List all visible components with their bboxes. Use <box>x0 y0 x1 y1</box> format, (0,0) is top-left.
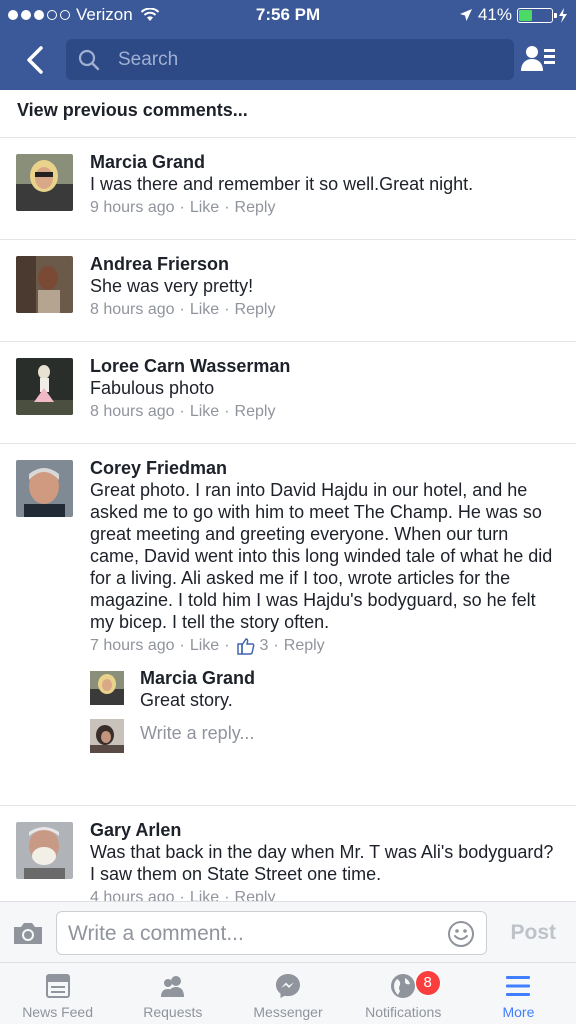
search-icon <box>78 49 100 71</box>
comment-time: 8 hours ago <box>90 403 175 420</box>
like-link[interactable]: Like <box>190 887 219 901</box>
like-link[interactable]: Like <box>190 635 219 657</box>
comment-item: Gary Arlen Was that back in the day when… <box>0 806 576 901</box>
like-count[interactable]: 3 <box>260 635 269 657</box>
reply-link[interactable]: Reply <box>235 197 276 219</box>
friends-list-icon[interactable] <box>520 43 556 75</box>
battery-percent: 41% <box>477 5 512 24</box>
status-bar: Verizon 7:56 PM 41% <box>0 0 576 30</box>
reply-item: Marcia Grand Great story. <box>90 667 562 717</box>
tab-label: More <box>502 1004 535 1020</box>
search-bar[interactable] <box>66 39 514 80</box>
like-link[interactable]: Like <box>190 401 219 423</box>
comment-item: Corey Friedman Great photo. I ran into D… <box>0 444 576 806</box>
avatar[interactable] <box>16 256 73 313</box>
comment-text: I was there and remember it so well.Grea… <box>90 174 474 194</box>
tab-label: Requests <box>143 1004 203 1020</box>
nav-bar <box>0 30 576 90</box>
commenter-name[interactable]: Loree Carn Wasserman <box>90 355 562 377</box>
tab-requests[interactable]: Requests <box>115 963 230 1024</box>
location-arrow-icon <box>459 9 472 21</box>
tab-messenger[interactable]: Messenger <box>230 963 345 1024</box>
avatar[interactable] <box>16 822 73 879</box>
news-feed-icon <box>45 974 70 998</box>
globe-icon <box>391 974 416 998</box>
write-reply-field[interactable]: Write a reply... <box>90 717 562 767</box>
avatar[interactable] <box>90 671 124 705</box>
charging-bolt-icon <box>559 7 567 23</box>
comment-text: Fabulous photo <box>90 378 215 398</box>
notification-badge: 8 <box>414 970 441 996</box>
tab-notifications[interactable]: 8 Notifications <box>346 963 461 1024</box>
status-right: 41% <box>459 5 568 25</box>
comment-meta: 9 hours ago · Like · Reply <box>90 197 562 219</box>
reply-author-name[interactable]: Marcia Grand <box>140 667 255 689</box>
messenger-icon <box>276 974 300 998</box>
back-arrow-icon[interactable] <box>20 43 52 77</box>
search-input[interactable] <box>118 39 498 80</box>
comment-input[interactable]: Write a comment... <box>56 911 487 955</box>
comment-item: Loree Carn Wasserman Fabulous photo 8 ho… <box>0 342 576 444</box>
comment-text: Great photo. I ran into David Hajdu in o… <box>90 480 553 632</box>
post-button[interactable]: Post <box>510 921 556 945</box>
comment-time: 8 hours ago <box>90 301 175 318</box>
friend-requests-icon <box>160 976 184 997</box>
comment-item: Andrea Frierson She was very pretty! 8 h… <box>0 240 576 342</box>
tab-label: News Feed <box>22 1004 93 1020</box>
sticker-smiley-icon[interactable] <box>447 920 475 948</box>
avatar[interactable] <box>16 358 73 415</box>
menu-icon <box>506 976 531 996</box>
avatar[interactable] <box>16 154 73 211</box>
reply-link[interactable]: Reply <box>284 635 325 657</box>
camera-icon[interactable] <box>12 920 44 946</box>
comment-item: Marcia Grand I was there and remember it… <box>0 138 576 240</box>
comment-meta: 4 hours ago · Like · Reply <box>90 887 562 901</box>
tab-news-feed[interactable]: News Feed <box>0 963 115 1024</box>
tab-label: Messenger <box>253 1004 323 1020</box>
commenter-name[interactable]: Corey Friedman <box>90 457 562 479</box>
avatar[interactable] <box>16 460 73 517</box>
comment-time: 4 hours ago <box>90 889 175 901</box>
comment-text: Was that back in the day when Mr. T was … <box>90 842 554 884</box>
like-link[interactable]: Like <box>190 299 219 321</box>
commenter-name[interactable]: Marcia Grand <box>90 151 562 173</box>
comment-input-placeholder: Write a comment... <box>68 922 244 945</box>
comments-list: View previous comments... Marcia Grand I… <box>0 90 576 901</box>
reply-text: Great story. <box>140 690 233 710</box>
thumbs-up-icon <box>236 638 254 655</box>
reply-link[interactable]: Reply <box>235 299 276 321</box>
like-link[interactable]: Like <box>190 197 219 219</box>
battery-icon <box>517 7 557 23</box>
comment-meta: 8 hours ago · Like · Reply <box>90 401 562 423</box>
view-previous-comments-link[interactable]: View previous comments... <box>0 90 576 138</box>
tab-more[interactable]: More <box>461 963 576 1024</box>
battery-level <box>519 9 532 21</box>
commenter-name[interactable]: Gary Arlen <box>90 819 562 841</box>
write-reply-placeholder: Write a reply... <box>140 723 255 743</box>
comment-text: She was very pretty! <box>90 276 254 296</box>
commenter-name[interactable]: Andrea Frierson <box>90 253 562 275</box>
tab-bar: News Feed Requests Messenger 8 Notificat… <box>0 963 576 1024</box>
comment-meta: 8 hours ago · Like · Reply <box>90 299 562 321</box>
avatar <box>90 719 124 753</box>
reply-link[interactable]: Reply <box>235 887 276 901</box>
comment-meta: 7 hours ago · Like · 3 · Reply <box>90 635 562 657</box>
comment-composer: Write a comment... Post <box>0 901 576 963</box>
reply-link[interactable]: Reply <box>235 401 276 423</box>
comment-time: 9 hours ago <box>90 199 175 216</box>
comment-time: 7 hours ago <box>90 637 175 654</box>
tab-label: Notifications <box>365 1004 442 1020</box>
